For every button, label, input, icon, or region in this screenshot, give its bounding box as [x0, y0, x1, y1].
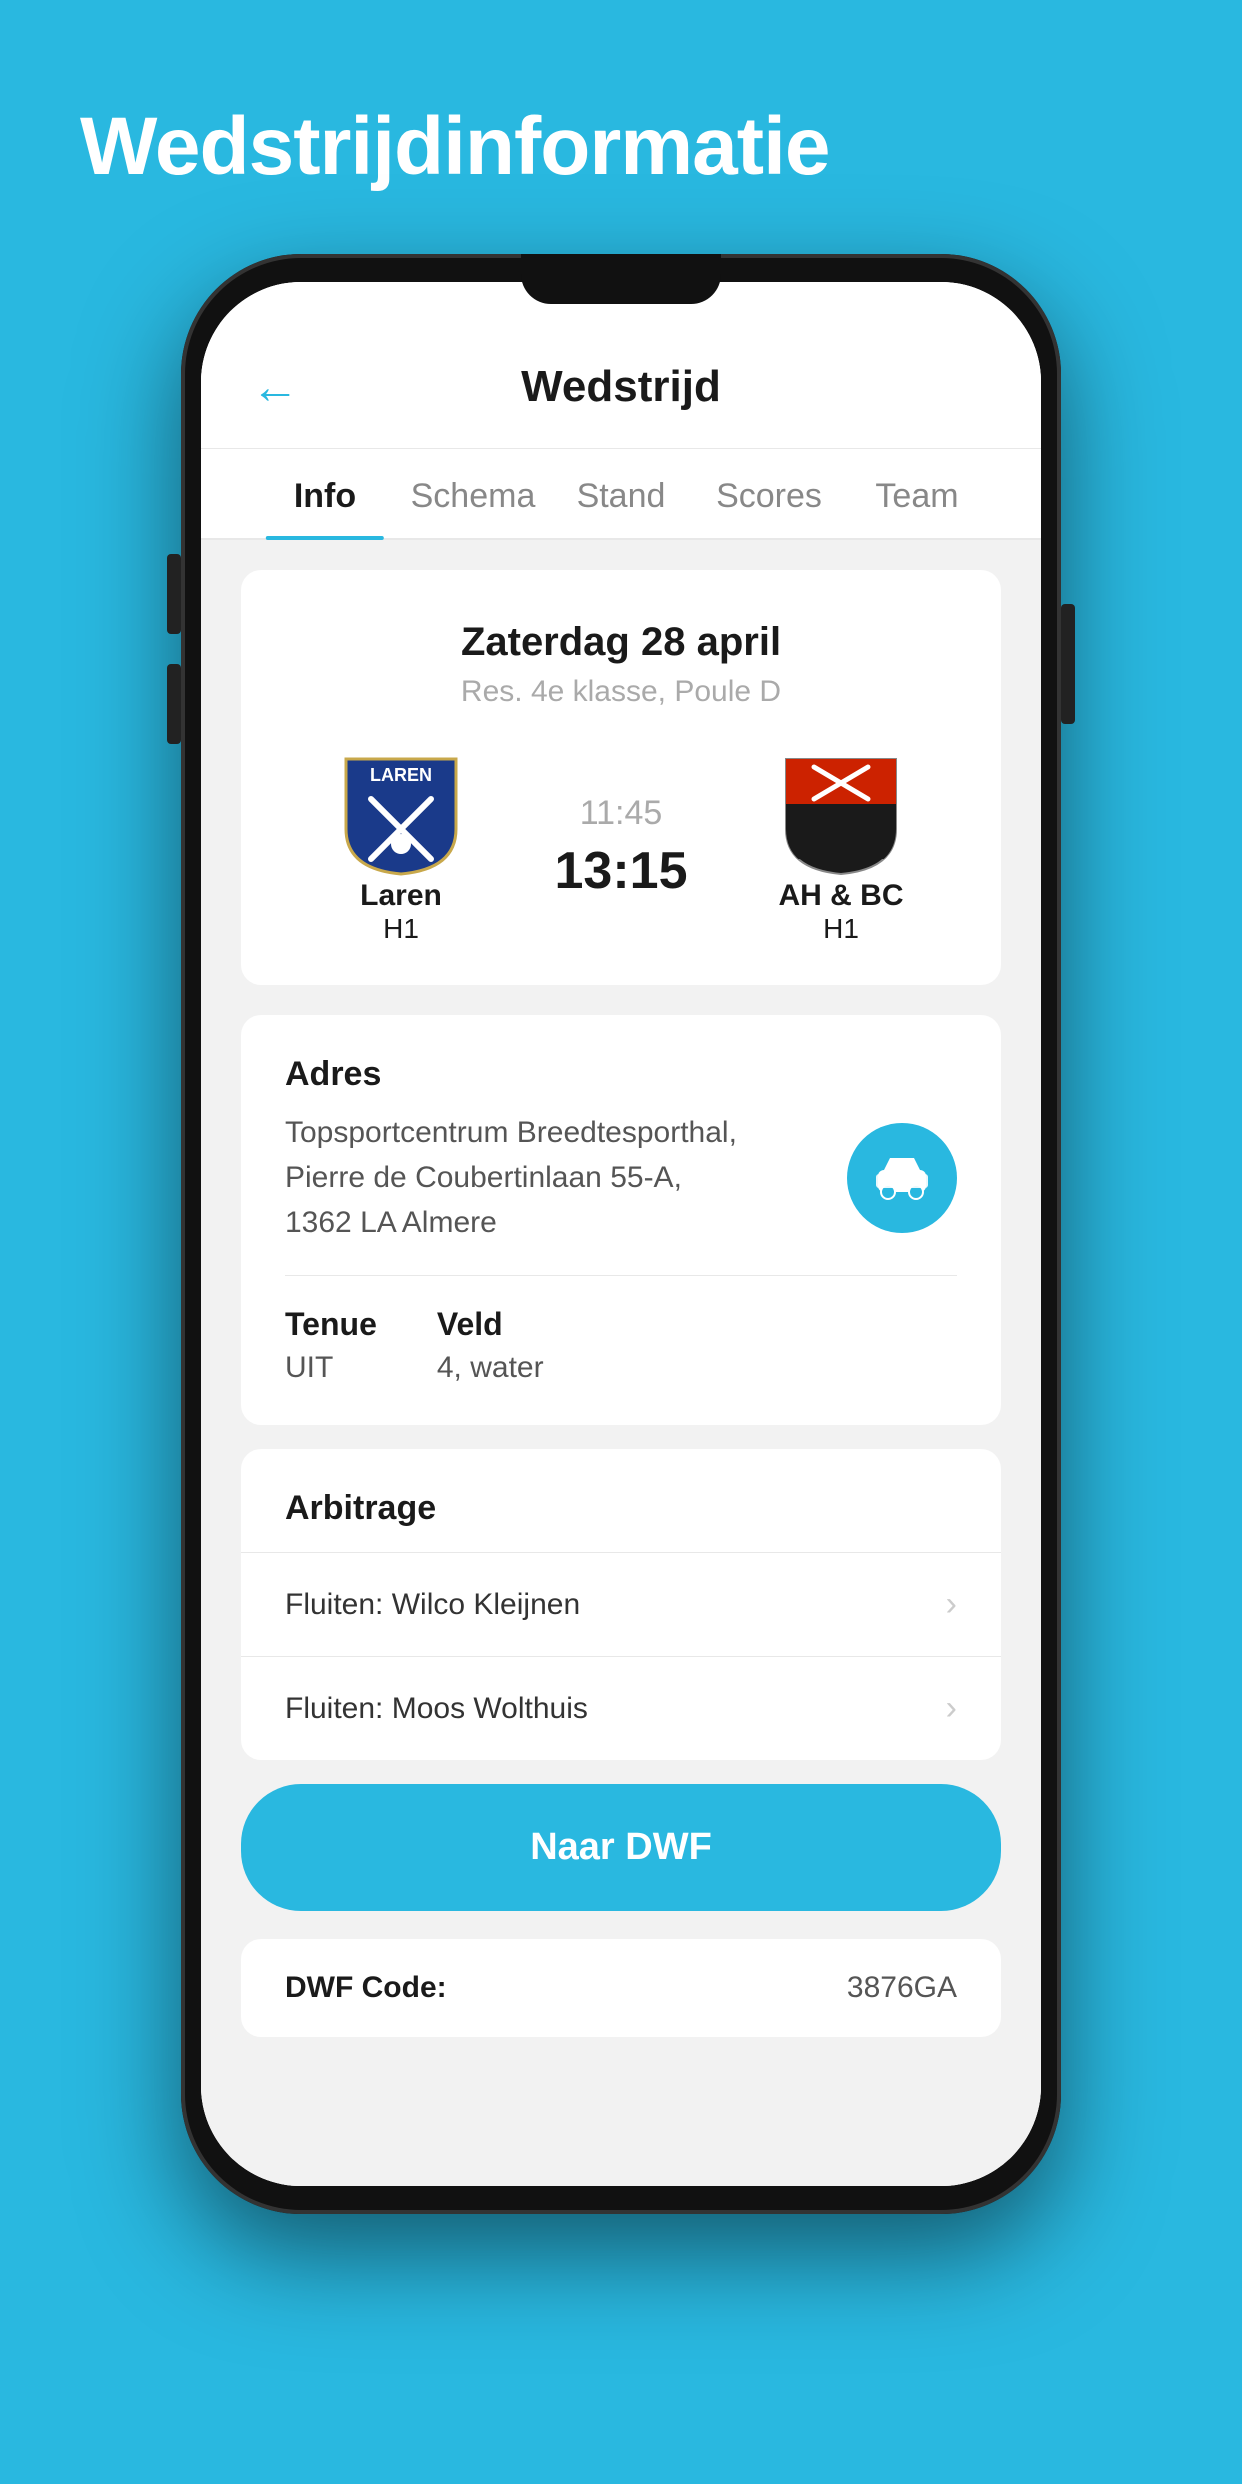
tab-stand[interactable]: Stand — [547, 449, 695, 538]
tab-schema[interactable]: Schema — [399, 449, 547, 538]
address-line3: 1362 LA Almere — [285, 1206, 497, 1239]
home-team-name: Laren — [360, 879, 442, 913]
address-line2: Pierre de Coubertinlaan 55-A, — [285, 1161, 682, 1194]
match-date: Zaterdag 28 april — [281, 620, 961, 665]
arbitrage-section: Arbitrage Fluiten: Wilco Kleijnen › Flui… — [241, 1449, 1001, 1760]
volume-down-button[interactable] — [167, 664, 181, 744]
time-scheduled: 11:45 — [580, 794, 663, 833]
address-text: Topsportcentrum Breedtesporthal, Pierre … — [285, 1110, 827, 1245]
time-actual: 13:15 — [555, 841, 688, 901]
dwf-code-label: DWF Code: — [285, 1971, 447, 2005]
veld-label: Veld — [437, 1306, 544, 1343]
address-line1: Topsportcentrum Breedtesporthal, — [285, 1116, 737, 1149]
car-icon — [872, 1148, 932, 1208]
away-team-sub: H1 — [823, 913, 859, 945]
chevron-icon-0: › — [946, 1585, 957, 1624]
divider-1 — [285, 1275, 957, 1276]
ahbc-logo: ah&bc — [776, 749, 906, 879]
match-teams: LAREN Laren H1 11: — [281, 749, 961, 945]
arbitrage-item-0[interactable]: Fluiten: Wilco Kleijnen › — [241, 1552, 1001, 1656]
details-row: Tenue UIT Veld 4, water — [285, 1306, 957, 1385]
page-bg-title: Wedstrijdinformatie — [0, 0, 1242, 254]
dwf-code-value: 3876GA — [847, 1971, 957, 2005]
svg-text:LAREN: LAREN — [370, 765, 432, 785]
arbitrage-item-1[interactable]: Fluiten: Moos Wolthuis › — [241, 1656, 1001, 1760]
tab-scores[interactable]: Scores — [695, 449, 843, 538]
address-label: Adres — [285, 1055, 957, 1094]
back-button[interactable]: ← — [251, 360, 299, 415]
address-row: Topsportcentrum Breedtesporthal, Pierre … — [285, 1110, 957, 1245]
veld-value: 4, water — [437, 1351, 544, 1385]
arbitrage-label: Arbitrage — [241, 1449, 1001, 1552]
score-area: 11:45 13:15 — [501, 794, 741, 901]
tab-info[interactable]: Info — [251, 449, 399, 538]
power-button[interactable] — [1061, 604, 1075, 724]
screen-content: ← Wedstrijd Info Schema Stand Scores Tea… — [201, 282, 1041, 2186]
tenue-label: Tenue — [285, 1306, 377, 1343]
veld-item: Veld 4, water — [437, 1306, 544, 1385]
away-team: ah&bc AH & BC H1 — [741, 749, 941, 945]
home-team: LAREN Laren H1 — [301, 749, 501, 945]
content-area: Zaterdag 28 april Res. 4e klasse, Poule … — [201, 540, 1041, 2186]
tab-team[interactable]: Team — [843, 449, 991, 538]
header-title: Wedstrijd — [251, 362, 991, 448]
phone-device: ← Wedstrijd Info Schema Stand Scores Tea… — [181, 254, 1061, 2214]
app-header: ← Wedstrijd — [201, 282, 1041, 449]
phone-screen: ← Wedstrijd Info Schema Stand Scores Tea… — [201, 282, 1041, 2186]
home-team-sub: H1 — [383, 913, 419, 945]
arbitrage-name-1: Fluiten: Moos Wolthuis — [285, 1692, 588, 1726]
tenue-value: UIT — [285, 1351, 377, 1385]
match-league: Res. 4e klasse, Poule D — [281, 675, 961, 709]
dwf-code-row: DWF Code: 3876GA — [241, 1939, 1001, 2037]
phone-notch — [521, 254, 721, 304]
tabs-bar: Info Schema Stand Scores Team — [201, 449, 1041, 540]
navigate-button[interactable] — [847, 1123, 957, 1233]
laren-logo: LAREN — [336, 749, 466, 879]
volume-up-button[interactable] — [167, 554, 181, 634]
away-team-name: AH & BC — [779, 879, 904, 913]
match-card: Zaterdag 28 april Res. 4e klasse, Poule … — [241, 570, 1001, 985]
tenue-item: Tenue UIT — [285, 1306, 377, 1385]
dwf-button[interactable]: Naar DWF — [241, 1784, 1001, 1911]
chevron-icon-1: › — [946, 1689, 957, 1728]
arbitrage-name-0: Fluiten: Wilco Kleijnen — [285, 1588, 580, 1622]
address-section: Adres Topsportcentrum Breedtesporthal, P… — [241, 1015, 1001, 1425]
